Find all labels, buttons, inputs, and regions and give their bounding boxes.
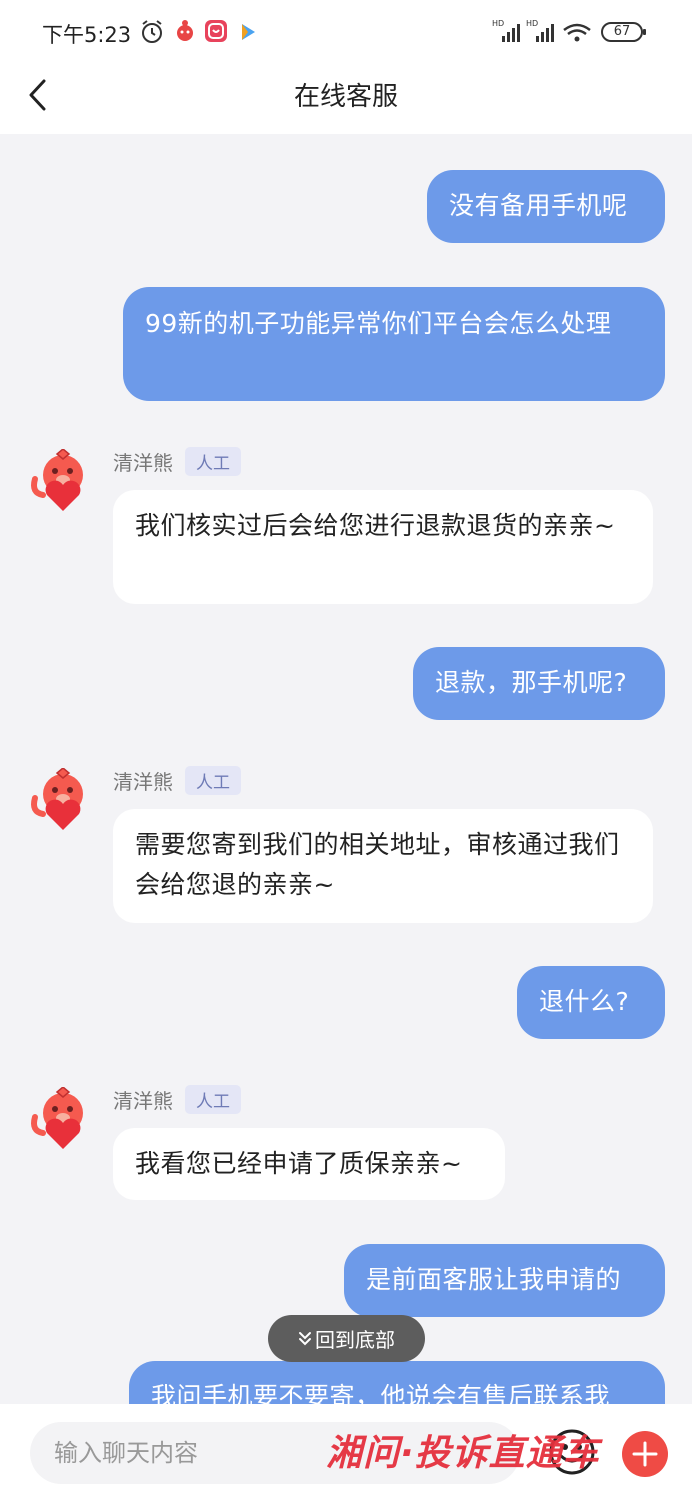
agent-avatar	[27, 1086, 91, 1151]
battery-level: 67	[613, 24, 631, 39]
double-chevron-down-icon	[298, 1331, 312, 1347]
message-text: 退款，那手机呢?	[435, 668, 628, 697]
sender-info: 清洋熊 人工	[113, 1084, 241, 1114]
sender-name: 清洋熊	[113, 769, 173, 794]
message-text: 需要您寄到我们的相关地址，审核通过我们会给您退的亲亲~	[135, 830, 620, 899]
human-agent-badge: 人工	[185, 765, 241, 795]
agent-message-bubble: 我们核实过后会给您进行退款退货的亲亲~	[113, 490, 653, 604]
message-text: 没有备用手机呢	[449, 191, 628, 220]
user-message-bubble: 退款，那手机呢?	[413, 647, 665, 720]
sender-name: 清洋熊	[113, 450, 173, 475]
message-text: 是前面客服让我申请的	[366, 1265, 622, 1294]
status-bar: 下午5:23 HD HD 67	[0, 0, 692, 64]
message-text: 退什么?	[539, 987, 630, 1016]
play-icon	[238, 22, 258, 46]
user-message-bubble: 没有备用手机呢	[427, 170, 665, 243]
agent-avatar	[27, 767, 91, 832]
system-status-icons: HD HD 67	[492, 18, 652, 46]
alarm-icon	[140, 19, 164, 49]
svg-text:HD: HD	[492, 19, 504, 28]
agent-message-bubble: 需要您寄到我们的相关地址，审核通过我们会给您退的亲亲~	[113, 809, 653, 923]
message-text: 99新的机子功能异常你们平台会怎么处理	[145, 309, 612, 338]
sender-name: 清洋熊	[113, 1088, 173, 1113]
chat-message-list[interactable]: 没有备用手机呢 99新的机子功能异常你们平台会怎么处理 清洋熊 人工 我们核实过…	[0, 134, 692, 1404]
scroll-to-bottom-button[interactable]: 回到底部	[268, 1315, 425, 1362]
app-notification-icon	[174, 19, 196, 47]
status-time: 下午5:23	[42, 23, 132, 47]
agent-message-bubble: 我看您已经申请了质保亲亲~	[113, 1128, 505, 1200]
watermark-logo: 湘问·投诉直通车	[326, 1433, 600, 1474]
page-title: 在线客服	[293, 82, 398, 112]
message-text: 我看您已经申请了质保亲亲~	[135, 1149, 463, 1178]
app-header: 在线客服	[0, 64, 692, 134]
agent-avatar	[27, 448, 91, 513]
user-message-bubble: 99新的机子功能异常你们平台会怎么处理	[123, 287, 665, 401]
user-message-bubble: 是前面客服让我申请的	[344, 1244, 665, 1317]
user-message-bubble: 退什么?	[517, 966, 665, 1039]
message-text: 我们核实过后会给您进行退款退货的亲亲~	[135, 511, 616, 540]
more-actions-button[interactable]	[622, 1431, 668, 1477]
sender-info: 清洋熊 人工	[113, 446, 241, 476]
scroll-to-bottom-label: 回到底部	[315, 1328, 395, 1352]
svg-text:HD: HD	[526, 19, 538, 28]
message-text: 我问手机要不要寄，他说会有售后联系我	[151, 1382, 611, 1404]
human-agent-badge: 人工	[185, 446, 241, 476]
app-notification-icon	[204, 19, 228, 47]
plus-icon	[622, 1441, 668, 1481]
sender-info: 清洋熊 人工	[113, 765, 241, 795]
user-message-bubble: 我问手机要不要寄，他说会有售后联系我	[129, 1361, 665, 1404]
human-agent-badge: 人工	[185, 1084, 241, 1114]
